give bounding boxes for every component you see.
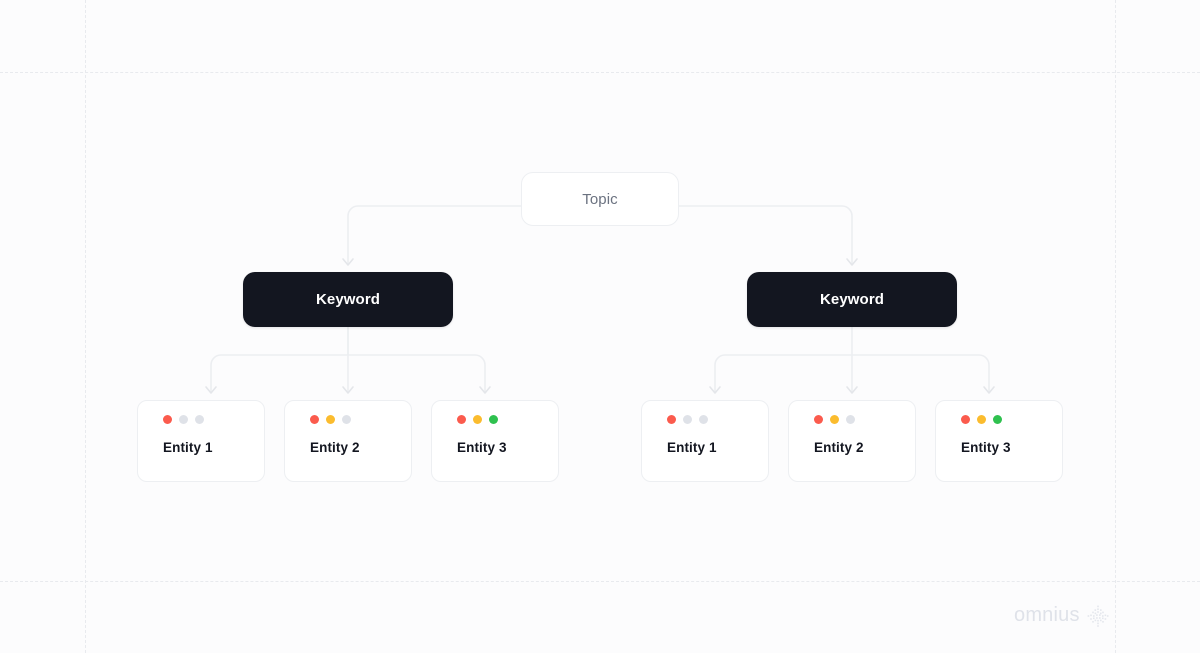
status-dots <box>814 415 915 424</box>
status-dot <box>961 415 970 424</box>
status-dot <box>977 415 986 424</box>
status-dot <box>310 415 319 424</box>
topic-node[interactable]: Topic <box>521 172 679 226</box>
arrowhead-keyword-left <box>342 258 354 266</box>
status-dot <box>683 415 692 424</box>
entity-card-label: Entity 3 <box>961 440 1011 455</box>
keyword-node-label: Keyword <box>819 291 885 308</box>
status-dots <box>457 415 558 424</box>
entity-card-label: Entity 3 <box>457 440 507 455</box>
entity-card[interactable]: Entity 3 <box>431 400 559 482</box>
status-dot <box>667 415 676 424</box>
status-dot <box>993 415 1002 424</box>
grid-line-horizontal <box>0 581 1200 582</box>
status-dot <box>195 415 204 424</box>
connector-topic-to-keyword-left <box>347 205 522 265</box>
connector-keyword-left-bus <box>210 326 486 393</box>
topic-node-label: Topic <box>582 190 618 208</box>
omnius-wordmark: omnius <box>1014 604 1080 626</box>
entity-card[interactable]: Entity 3 <box>935 400 1063 482</box>
status-dot <box>489 415 498 424</box>
entity-card[interactable]: Entity 1 <box>641 400 769 482</box>
diagram-canvas[interactable]: Topic Keyword Keyword Entity 1 Entity 2 … <box>0 0 1200 653</box>
entity-card[interactable]: Entity 2 <box>284 400 412 482</box>
entity-card-label: Entity 1 <box>163 440 213 455</box>
grid-line-vertical <box>1115 0 1116 653</box>
grid-line-vertical <box>85 0 86 653</box>
arrowhead-right-entity-2 <box>846 386 858 394</box>
connector-keyword-right-bus <box>714 354 990 393</box>
keyword-node-left[interactable]: Keyword <box>243 272 453 327</box>
connector-topic-to-keyword-right <box>678 205 853 265</box>
status-dot <box>163 415 172 424</box>
status-dots <box>667 415 768 424</box>
status-dot <box>814 415 823 424</box>
status-dot <box>846 415 855 424</box>
arrowhead-left-entity-2 <box>342 386 354 394</box>
entity-card-label: Entity 1 <box>667 440 717 455</box>
arrowhead-right-entity-3 <box>983 386 995 394</box>
status-dot <box>326 415 335 424</box>
status-dot <box>830 415 839 424</box>
grid-line-horizontal <box>0 72 1200 73</box>
entity-card[interactable]: Entity 1 <box>137 400 265 482</box>
arrowhead-left-entity-1 <box>205 386 217 394</box>
keyword-node-label: Keyword <box>315 291 381 308</box>
status-dot <box>473 415 482 424</box>
status-dot <box>457 415 466 424</box>
status-dots <box>163 415 264 424</box>
arrowhead-right-entity-1 <box>709 386 721 394</box>
keyword-node-right[interactable]: Keyword <box>747 272 957 327</box>
entity-card[interactable]: Entity 2 <box>788 400 916 482</box>
arrowhead-left-entity-3 <box>479 386 491 394</box>
arrowhead-keyword-right <box>846 258 858 266</box>
entity-card-label: Entity 2 <box>310 440 360 455</box>
status-dot <box>699 415 708 424</box>
omnius-starburst-icon <box>1087 605 1109 627</box>
status-dots <box>961 415 1062 424</box>
omnius-watermark: omnius <box>1014 604 1109 627</box>
connector-lines <box>205 205 995 394</box>
status-dots <box>310 415 411 424</box>
status-dot <box>179 415 188 424</box>
entity-card-label: Entity 2 <box>814 440 864 455</box>
status-dot <box>342 415 351 424</box>
